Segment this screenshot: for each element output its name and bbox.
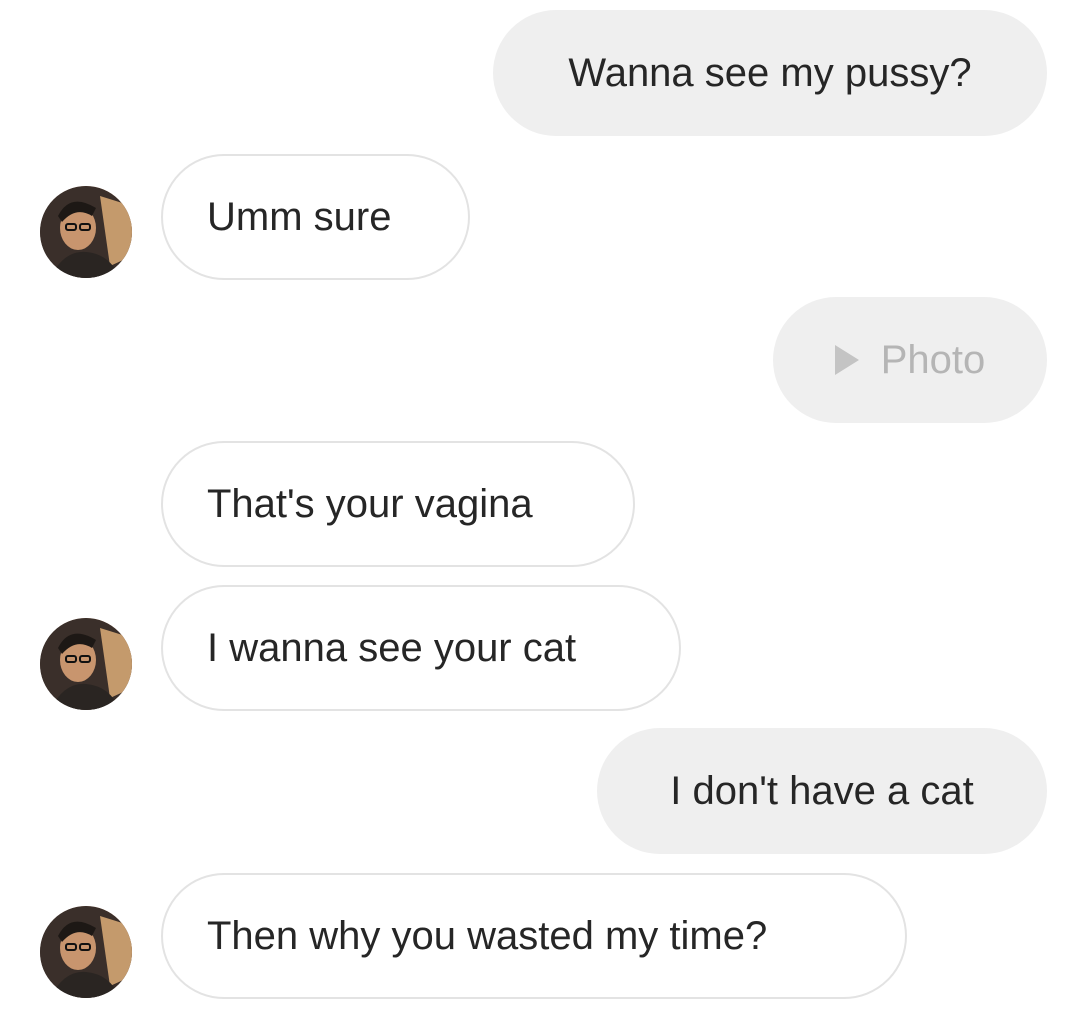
message-bubble-received: Umm sure xyxy=(161,154,470,280)
message-text: Then why you wasted my time? xyxy=(207,913,768,958)
message-bubble-sent: Wanna see my pussy? xyxy=(493,10,1047,136)
message-bubble-received: That's your vagina xyxy=(161,441,635,567)
play-icon xyxy=(834,345,859,375)
message-bubble-sent: I don't have a cat xyxy=(597,728,1047,854)
message-text: Wanna see my pussy? xyxy=(568,50,972,95)
message-bubble-received: I wanna see your cat xyxy=(161,585,681,711)
contact-avatar[interactable] xyxy=(40,618,132,710)
contact-avatar[interactable] xyxy=(40,186,132,278)
message-text: I don't have a cat xyxy=(670,768,974,813)
photo-label: Photo xyxy=(880,337,986,382)
message-text: Umm sure xyxy=(207,194,392,239)
message-text: I wanna see your cat xyxy=(207,625,577,670)
contact-avatar[interactable] xyxy=(40,906,132,998)
photo-message-bubble[interactable]: Photo xyxy=(773,297,1047,423)
message-bubble-received: Then why you wasted my time? xyxy=(161,873,907,999)
message-text: That's your vagina xyxy=(207,481,533,526)
